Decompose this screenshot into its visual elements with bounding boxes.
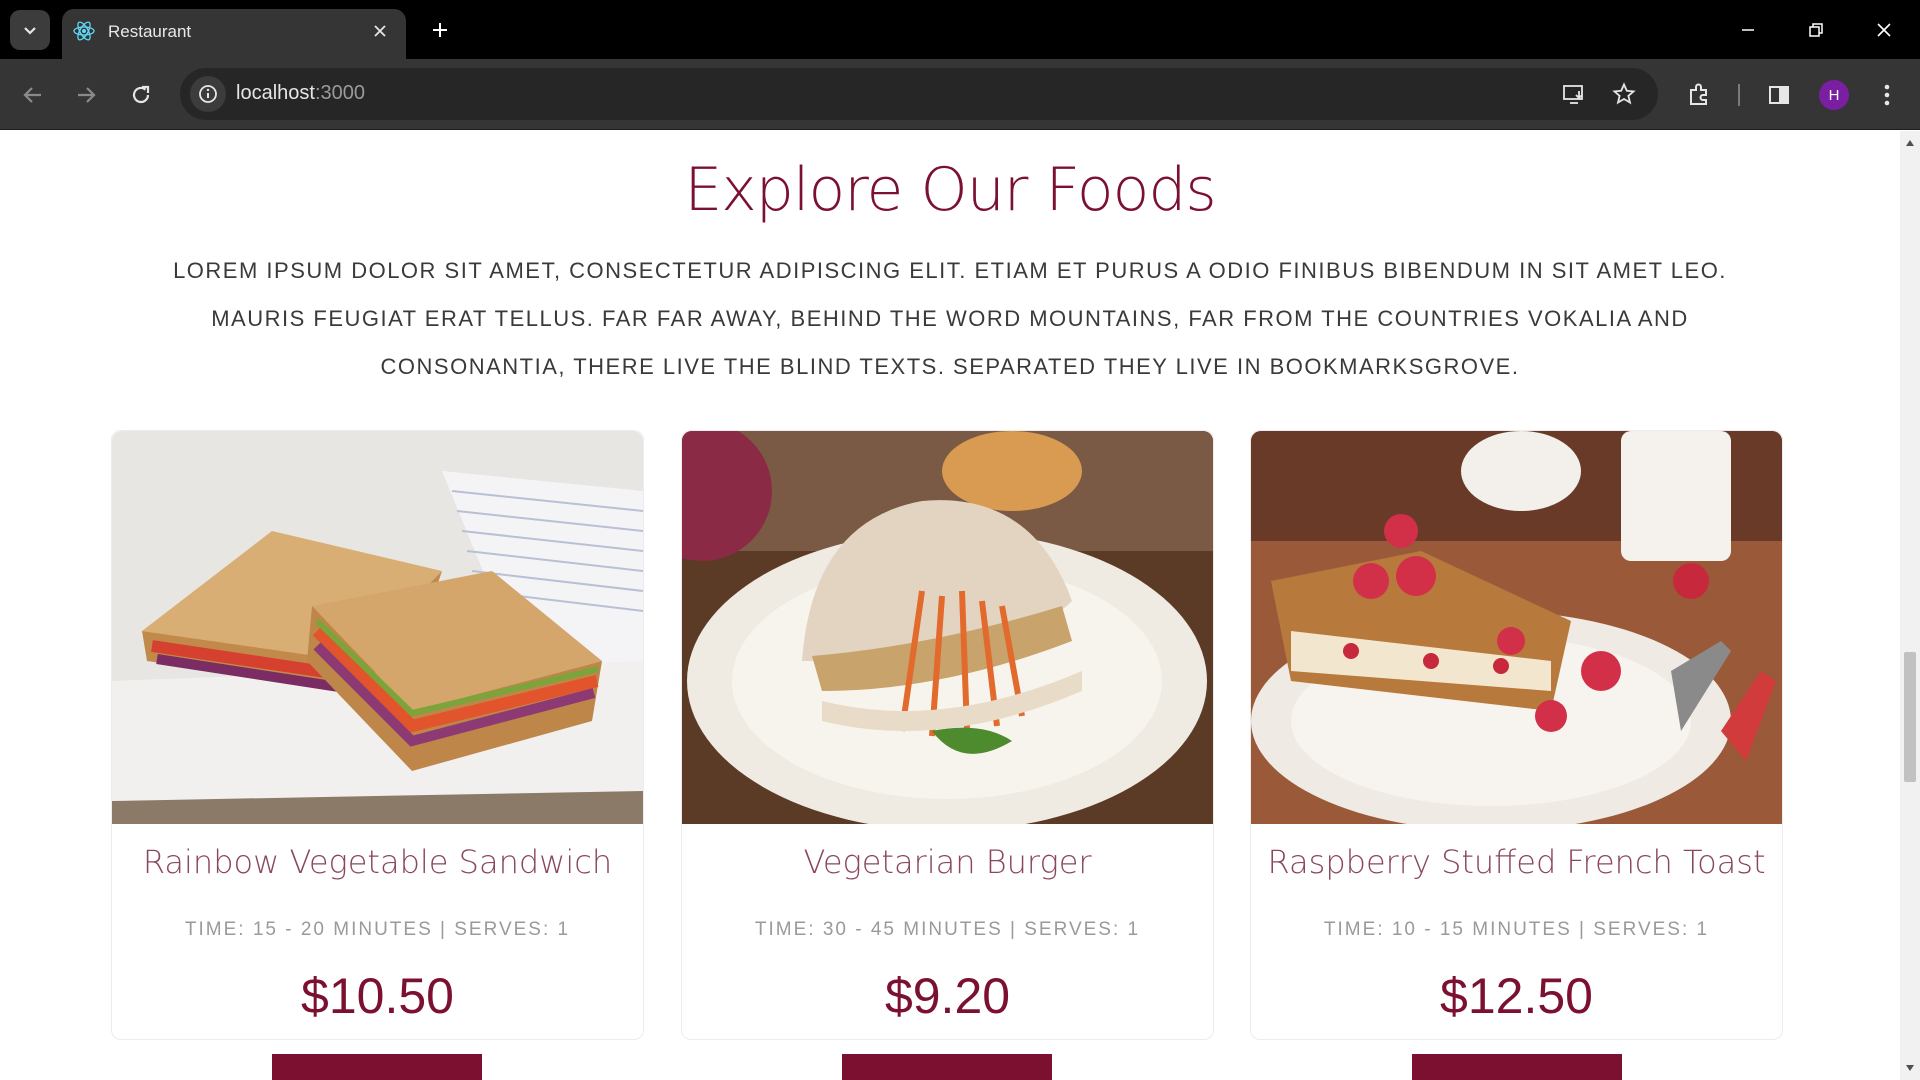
side-panel-button[interactable] <box>1760 76 1798 114</box>
chevron-down-icon <box>24 27 36 35</box>
star-icon <box>1612 82 1636 105</box>
food-card: Raspberry Stuffed French Toast TIME: 10 … <box>1250 430 1783 1040</box>
food-price: $10.50 <box>301 968 454 1024</box>
tab-title: Restaurant <box>108 22 192 41</box>
scroll-down-button[interactable] <box>1900 1060 1920 1076</box>
food-name: Rainbow Vegetable Sandwich <box>142 843 613 881</box>
browser-toolbar: localhost:3000 H <box>0 59 1920 130</box>
install-icon <box>1563 85 1583 104</box>
info-icon <box>199 85 217 103</box>
section-description: Lorem ipsum dolor sit amet, consectetur … <box>173 258 1727 379</box>
order-button[interactable] <box>842 1054 1052 1080</box>
tab-strip: Restaurant <box>0 0 1920 59</box>
page-scrollbar[interactable] <box>1900 131 1920 1080</box>
arrow-right-icon <box>78 87 96 103</box>
arrow-left-icon <box>23 87 41 103</box>
minimize-icon <box>1742 29 1754 31</box>
food-meta: TIME: 30 - 45 MINUTES | SERVES: 1 <box>754 919 1141 940</box>
food-image-french-toast <box>1251 431 1782 824</box>
react-icon <box>73 21 95 41</box>
tab-restaurant[interactable]: Restaurant <box>62 9 406 59</box>
profile-avatar[interactable]: H <box>1819 80 1849 110</box>
food-meta: TIME: 10 - 15 MINUTES | SERVES: 1 <box>1323 919 1710 940</box>
food-card: Vegetarian Burger TIME: 30 - 45 MINUTES … <box>681 430 1214 1040</box>
page-viewport: Explore Our Foods Lorem ipsum dolor sit … <box>0 131 1900 1080</box>
extensions-button[interactable] <box>1680 76 1718 114</box>
puzzle-icon <box>1690 83 1707 105</box>
back-button[interactable] <box>14 76 52 114</box>
food-image-burger <box>682 431 1213 824</box>
url-port: :3000 <box>314 82 365 104</box>
more-vert-icon <box>1884 84 1890 106</box>
food-name: Vegetarian Burger <box>803 843 1092 881</box>
reload-button[interactable] <box>122 76 160 114</box>
food-meta: TIME: 15 - 20 MINUTES | SERVES: 1 <box>184 919 571 940</box>
food-price: $12.50 <box>1440 968 1593 1024</box>
new-tab-button[interactable] <box>424 14 456 46</box>
scroll-up-button[interactable] <box>1900 135 1920 151</box>
site-info-button[interactable] <box>190 76 226 112</box>
section-title: Explore Our Foods <box>684 155 1216 225</box>
browser-menu-button[interactable] <box>1868 76 1906 114</box>
url-text: localhost:3000 <box>236 82 365 105</box>
plus-icon <box>433 23 447 37</box>
close-icon <box>374 25 386 37</box>
food-name: Raspberry Stuffed French Toast <box>1267 843 1766 881</box>
triangle-down-icon <box>1906 1065 1914 1071</box>
triangle-up-icon <box>1906 140 1914 146</box>
order-button[interactable] <box>1412 1054 1622 1080</box>
minimize-button[interactable] <box>1728 10 1768 50</box>
close-icon <box>1877 23 1891 37</box>
restore-button[interactable] <box>1796 10 1836 50</box>
side-panel-icon <box>1769 86 1789 104</box>
scroll-thumb[interactable] <box>1904 652 1916 782</box>
tab-close-button[interactable] <box>368 19 392 43</box>
close-window-button[interactable] <box>1864 10 1904 50</box>
food-price: $9.20 <box>884 968 1011 1024</box>
toolbar-separator <box>1738 84 1740 106</box>
order-button[interactable] <box>272 1054 482 1080</box>
restore-icon <box>1809 23 1823 37</box>
install-app-button[interactable] <box>1558 78 1590 110</box>
forward-button[interactable] <box>67 76 105 114</box>
url-host: localhost <box>236 82 315 104</box>
address-bar[interactable]: localhost:3000 <box>180 68 1658 120</box>
food-card: Rainbow Vegetable Sandwich TIME: 15 - 20… <box>111 430 644 1040</box>
food-image-sandwich <box>112 431 643 824</box>
bookmark-button[interactable] <box>1608 78 1640 110</box>
reload-icon <box>132 85 150 104</box>
tab-search-button[interactable] <box>10 10 50 50</box>
